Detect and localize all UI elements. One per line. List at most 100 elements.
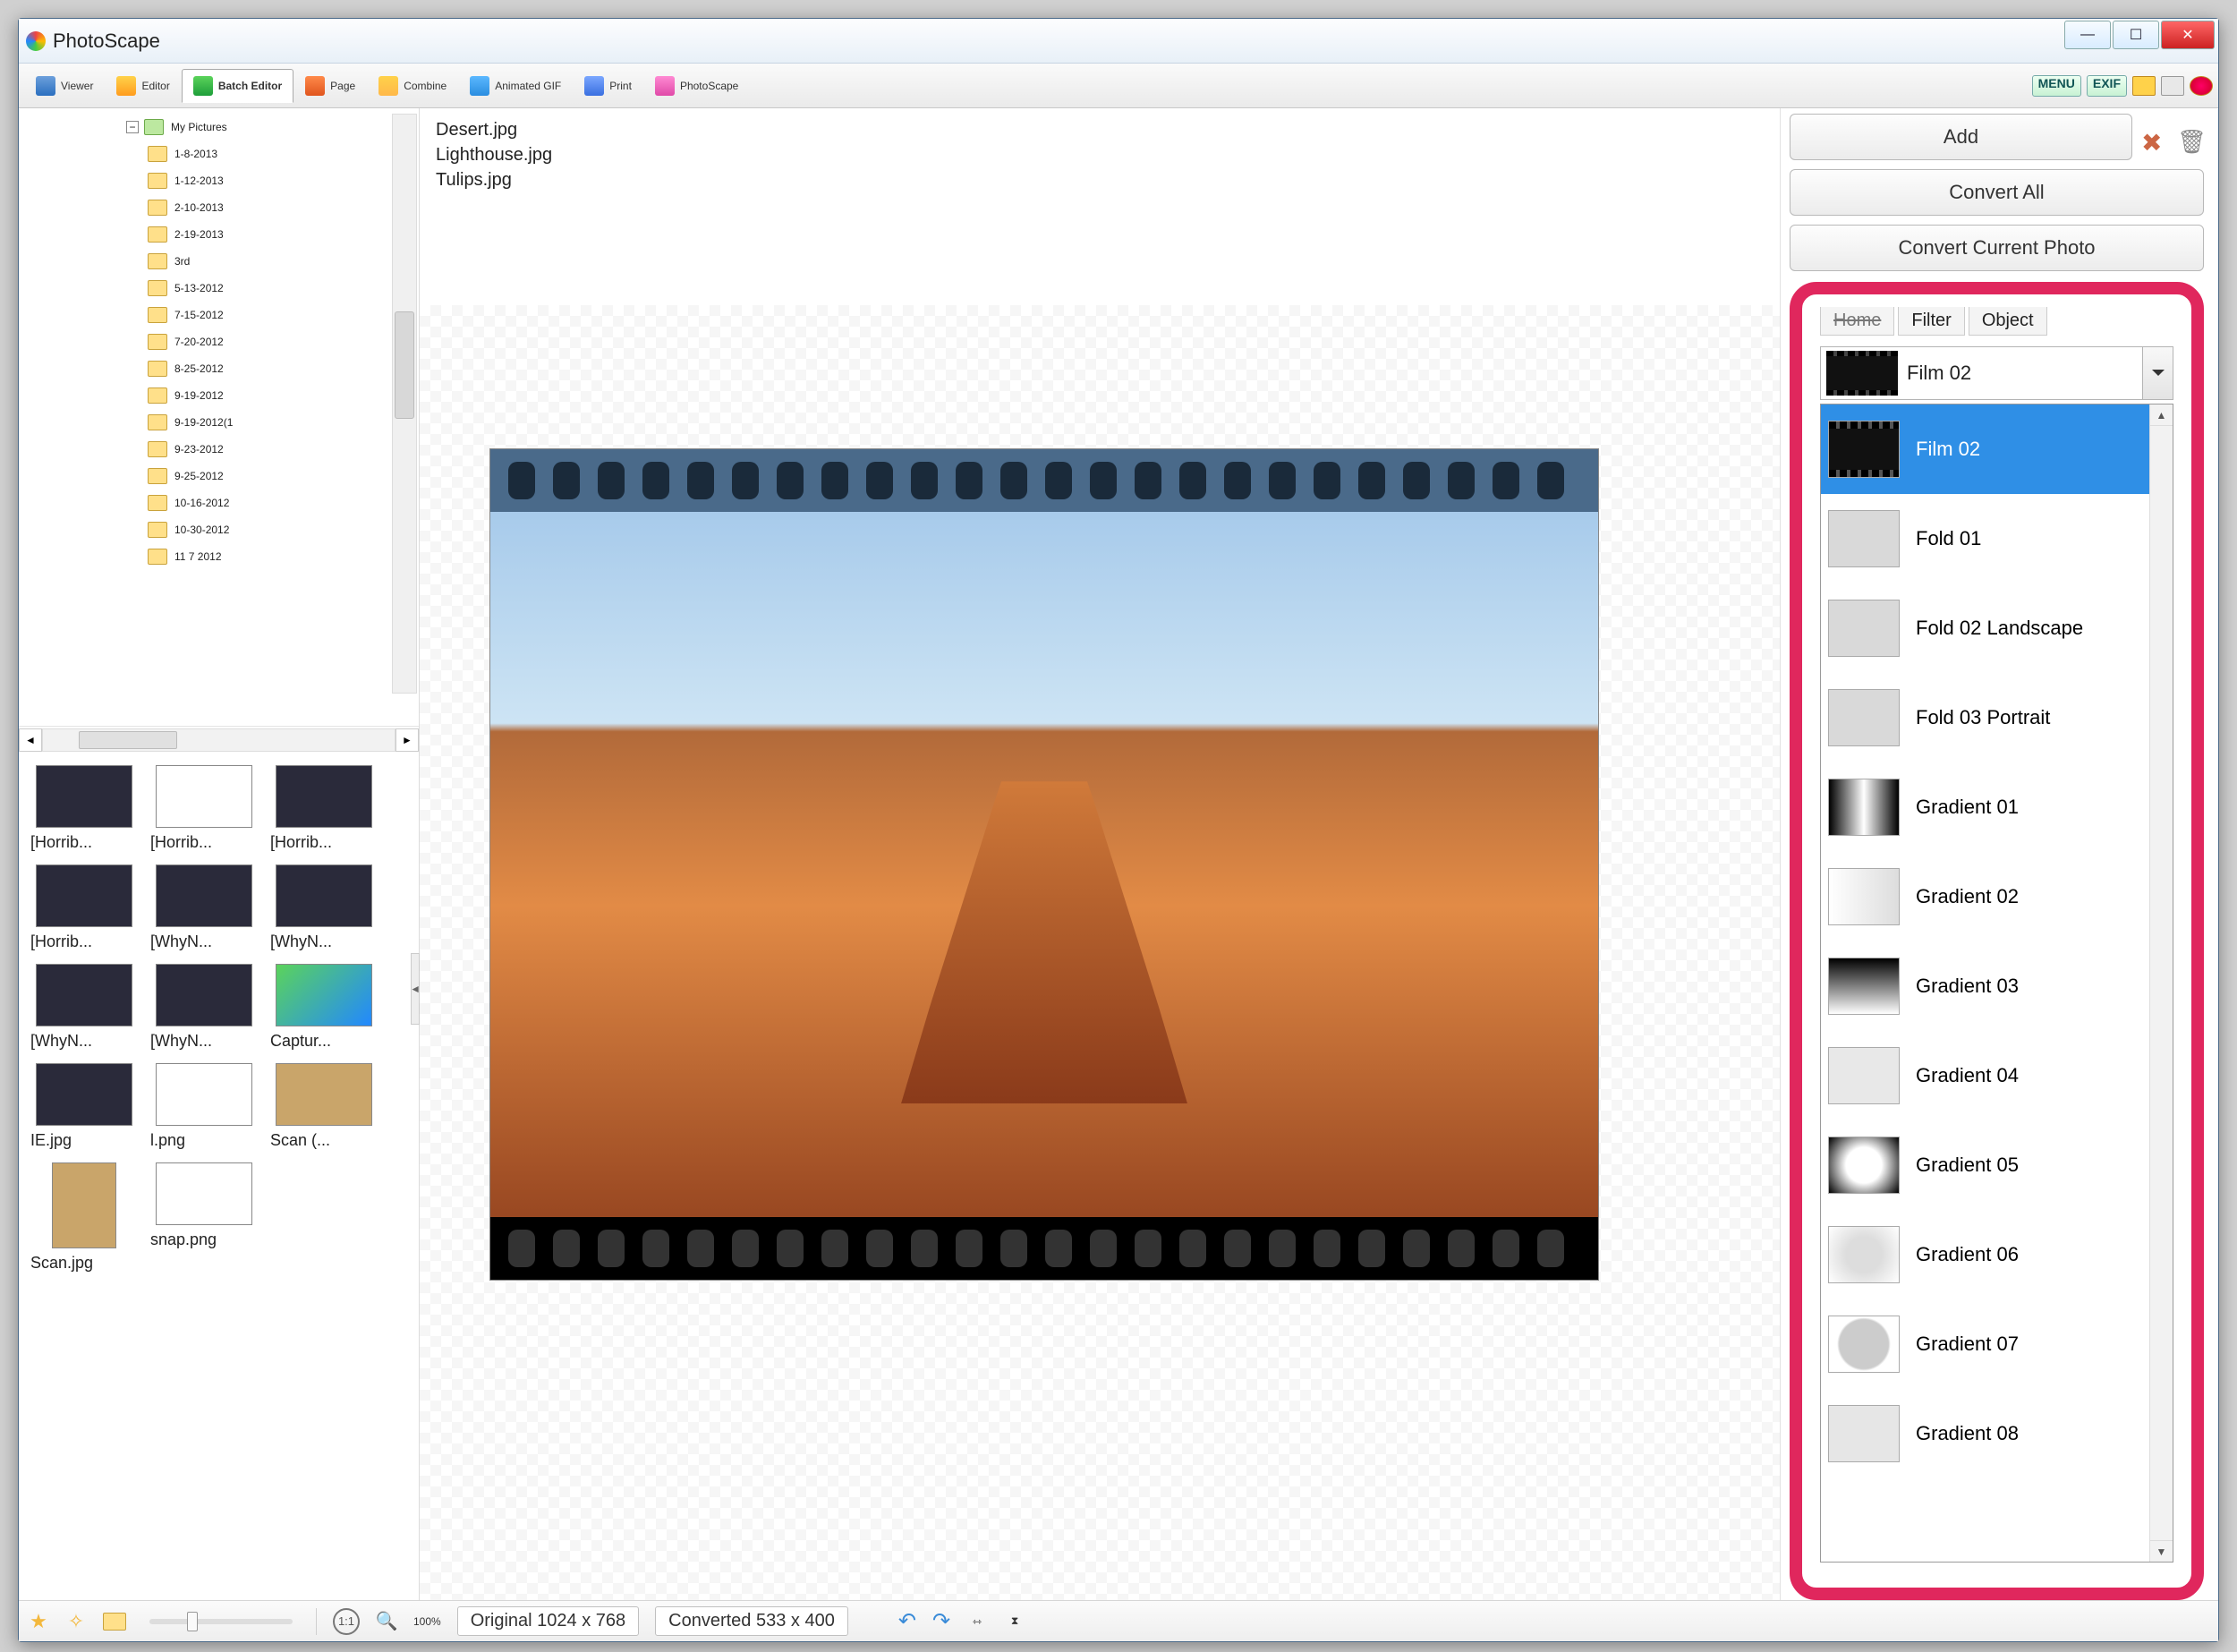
open-folder-icon[interactable] (103, 1613, 126, 1631)
frame-selector-highlight: Home Filter Object Film 02 Film 02Fold 0… (1790, 282, 2204, 1600)
panel-tab-home[interactable]: Home (1820, 307, 1894, 336)
tree-vscroll[interactable] (392, 114, 417, 694)
thumbnail[interactable]: snap.png (148, 1162, 260, 1273)
frame-option[interactable]: Film 02 (1821, 404, 2173, 494)
frame-combo[interactable]: Film 02 (1820, 346, 2173, 400)
thumbnail[interactable]: [WhyN... (148, 864, 260, 951)
convert-all-button[interactable]: Convert All (1790, 169, 2204, 216)
option-label: Fold 03 Portrait (1916, 706, 2050, 729)
tab-viewer[interactable]: Viewer (24, 69, 105, 103)
tree-root[interactable]: − My Pictures (22, 114, 419, 141)
thumbnail[interactable]: [WhyN... (148, 964, 260, 1051)
tree-folder[interactable]: 2-10-2013 (22, 194, 419, 221)
frame-option[interactable]: Gradient 05 (1821, 1120, 2173, 1210)
undo-icon[interactable]: ↶ (898, 1608, 916, 1634)
option-swatch-icon (1828, 779, 1900, 836)
frame-option[interactable]: Fold 01 (1821, 494, 2173, 583)
thumb-size-slider[interactable] (149, 1619, 293, 1624)
convert-current-button[interactable]: Convert Current Photo (1790, 225, 2204, 271)
exif-badge[interactable]: EXIF (2087, 75, 2127, 97)
remove-icon[interactable]: ✖ (2141, 128, 2168, 155)
list-item[interactable]: Lighthouse.jpg (436, 142, 1764, 167)
dropdown-scrollbar[interactable]: ▲▼ (2149, 404, 2173, 1562)
thumb-image (156, 765, 252, 828)
zoom-icon[interactable] (376, 1611, 397, 1632)
tree-folder[interactable]: 3rd (22, 248, 419, 275)
add-button[interactable]: Add (1790, 114, 2132, 160)
frame-option[interactable]: Gradient 06 (1821, 1210, 2173, 1299)
option-label: Gradient 06 (1916, 1243, 2019, 1266)
frame-option[interactable]: Fold 03 Portrait (1821, 673, 2173, 762)
tree-folder[interactable]: 2-19-2013 (22, 221, 419, 248)
timer-icon[interactable]: ⧗ (1004, 1611, 1025, 1632)
fit-icon[interactable]: 1:1 (333, 1608, 360, 1635)
tree-folder[interactable]: 10-16-2012 (22, 490, 419, 516)
frame-option[interactable]: Gradient 02 (1821, 852, 2173, 941)
collapse-icon[interactable]: − (126, 121, 139, 133)
panel-tab-object[interactable]: Object (1969, 307, 2047, 336)
frame-option[interactable]: Gradient 01 (1821, 762, 2173, 852)
trash-icon[interactable]: 🗑 (2177, 128, 2204, 155)
maximize-button[interactable]: ☐ (2113, 21, 2159, 49)
tab-page[interactable]: Page (293, 69, 367, 103)
tab-animated-gif[interactable]: Animated GIF (458, 69, 573, 103)
tree-folder[interactable]: 7-15-2012 (22, 302, 419, 328)
tree-folder[interactable]: 9-25-2012 (22, 463, 419, 490)
frame-option[interactable]: Gradient 07 (1821, 1299, 2173, 1389)
dropdown-arrow-icon[interactable] (2142, 347, 2173, 399)
menu-badge[interactable]: MENU (2032, 75, 2081, 97)
folder-icon (148, 173, 167, 189)
thumbnail[interactable]: [WhyN... (268, 864, 380, 951)
thumbnail[interactable]: [Horrib... (148, 765, 260, 852)
frame-option[interactable]: Gradient 08 (1821, 1389, 2173, 1478)
tree-folder[interactable]: 9-19-2012(1 (22, 409, 419, 436)
frame-option[interactable]: Gradient 03 (1821, 941, 2173, 1031)
thumbnail[interactable]: [Horrib... (268, 765, 380, 852)
copy-icon[interactable] (2161, 76, 2184, 96)
tree-folder[interactable]: 5-13-2012 (22, 275, 419, 302)
frame-option[interactable]: Fold 02 Landscape (1821, 583, 2173, 673)
slideshow-icon[interactable] (2132, 76, 2156, 96)
thumbnail[interactable]: [Horrib... (28, 864, 140, 951)
thumbnail[interactable]: [WhyN... (28, 964, 140, 1051)
option-label: Gradient 03 (1916, 975, 2019, 998)
thumbnail[interactable]: IE.jpg (28, 1063, 140, 1150)
thumb-label: [Horrib... (270, 833, 378, 852)
panel-tab-filter[interactable]: Filter (1898, 307, 1964, 336)
tree-folder[interactable]: 9-19-2012 (22, 382, 419, 409)
tree-folder[interactable]: 7-20-2012 (22, 328, 419, 355)
thumbnail[interactable]: Scan (... (268, 1063, 380, 1150)
tree-folder[interactable]: 8-25-2012 (22, 355, 419, 382)
tab-batch-editor[interactable]: Batch Editor (182, 69, 293, 103)
tab-photoscape[interactable]: PhotoScape (643, 69, 750, 103)
tree-folder[interactable]: 1-12-2013 (22, 167, 419, 194)
redo-icon[interactable]: ↷ (932, 1608, 950, 1634)
left-pane: − My Pictures 1-8-20131-12-20132-10-2013… (19, 108, 420, 1600)
tab-combine[interactable]: Combine (367, 69, 458, 103)
tree-folder[interactable]: 11 7 2012 (22, 543, 419, 570)
splitter-handle[interactable]: ◄ (411, 953, 420, 1025)
list-item[interactable]: Desert.jpg (436, 117, 1764, 142)
star-icon[interactable]: ✧ (65, 1611, 87, 1632)
minimize-button[interactable]: — (2064, 21, 2111, 49)
thumbnail[interactable]: [Horrib... (28, 765, 140, 852)
thumb-image (156, 1063, 252, 1126)
tab-editor[interactable]: Editor (105, 69, 181, 103)
close-button[interactable]: ✕ (2161, 21, 2215, 49)
option-swatch-icon (1828, 1047, 1900, 1104)
option-swatch-icon (1828, 958, 1900, 1015)
thumbnail[interactable]: Scan.jpg (28, 1162, 140, 1273)
tree-folder[interactable]: 10-30-2012 (22, 516, 419, 543)
tree-hscroll[interactable]: ◄► (19, 726, 419, 753)
favorite-icon[interactable]: ★ (28, 1611, 49, 1632)
fit-width-icon[interactable]: ⇿ (966, 1611, 988, 1632)
tree-folder[interactable]: 9-23-2012 (22, 436, 419, 463)
option-label: Gradient 02 (1916, 885, 2019, 908)
help-icon[interactable] (2190, 76, 2213, 96)
thumbnail[interactable]: Captur... (268, 964, 380, 1051)
frame-option[interactable]: Gradient 04 (1821, 1031, 2173, 1120)
tab-print[interactable]: Print (573, 69, 643, 103)
thumbnail[interactable]: l.png (148, 1063, 260, 1150)
list-item[interactable]: Tulips.jpg (436, 167, 1764, 192)
tree-folder[interactable]: 1-8-2013 (22, 141, 419, 167)
